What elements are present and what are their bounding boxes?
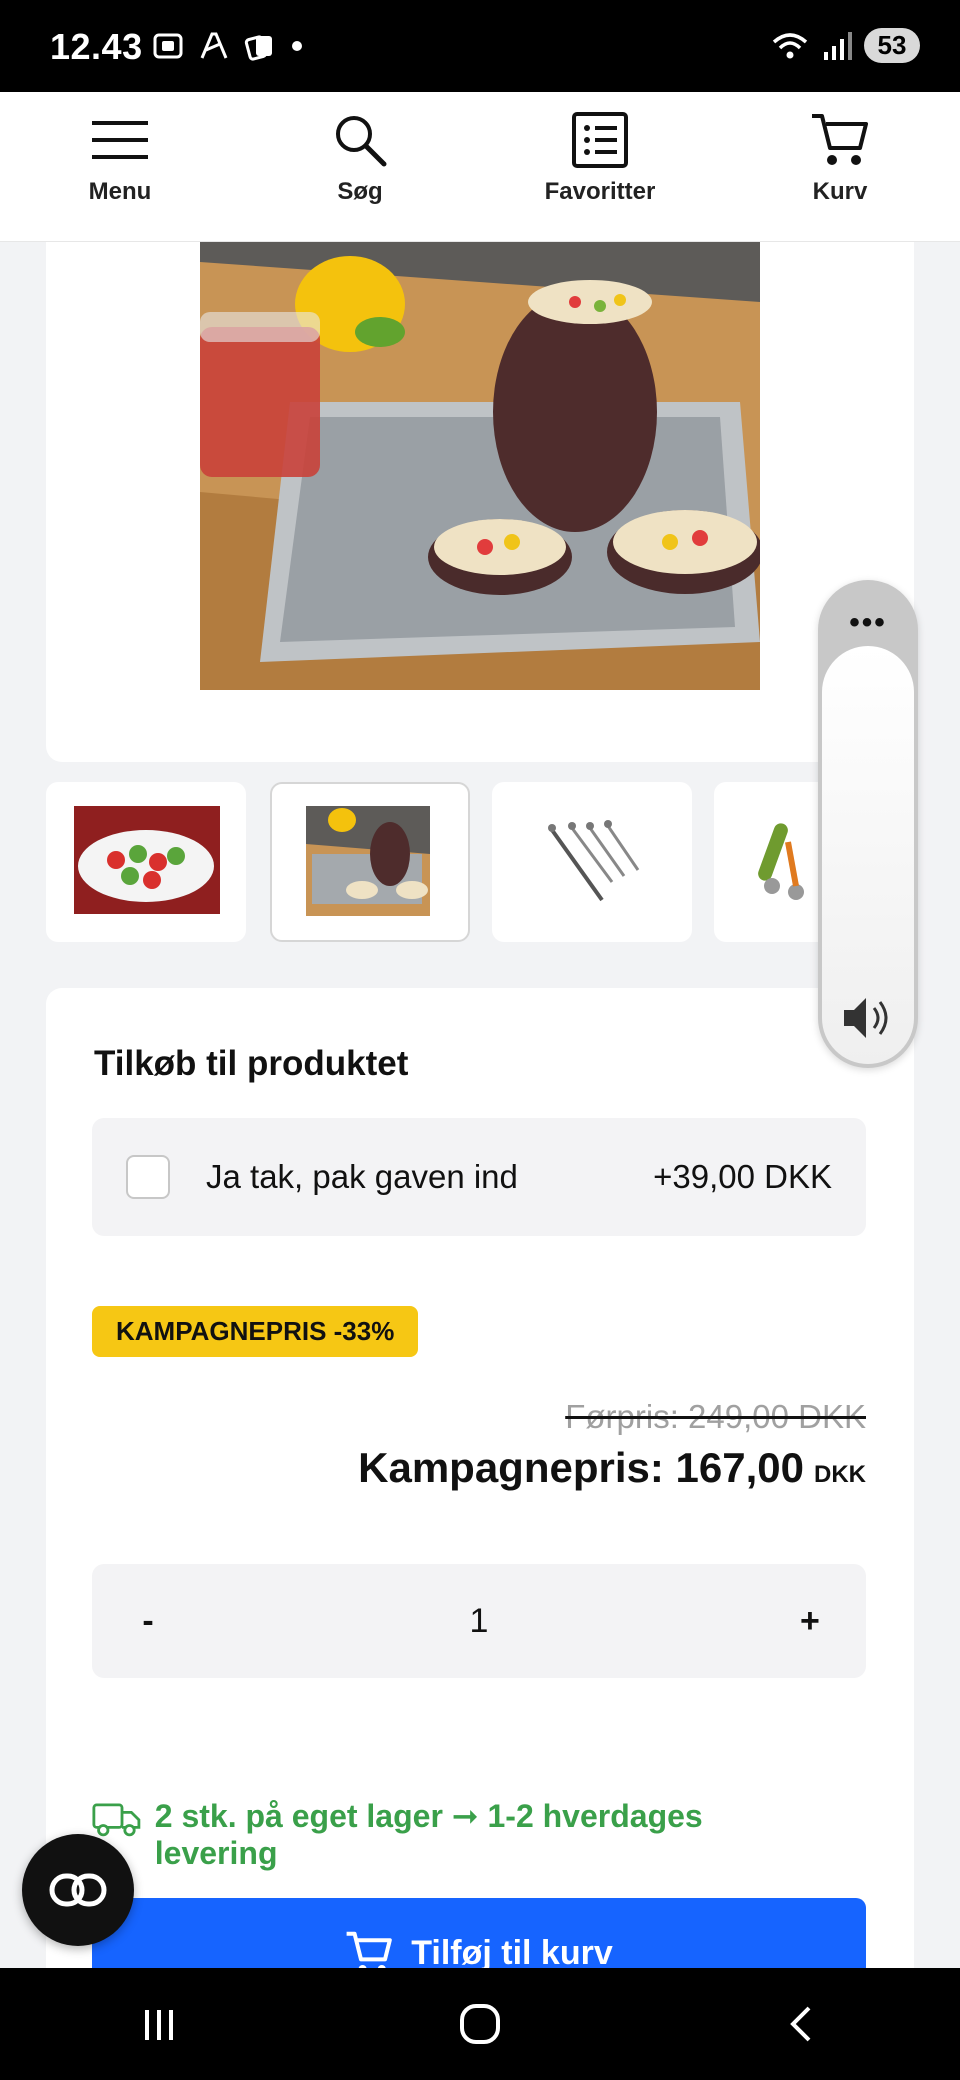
nav-cart-label: Kurv bbox=[812, 178, 868, 205]
gift-wrap-checkbox[interactable] bbox=[126, 1155, 170, 1199]
price-currency: DKK bbox=[814, 1461, 866, 1488]
nav-menu[interactable]: Menu bbox=[0, 92, 240, 241]
status-time: 12.43 bbox=[50, 26, 143, 67]
old-price: Førpris: 249,00 DKK bbox=[565, 1398, 866, 1435]
status-system-icons: 53 bbox=[770, 28, 920, 63]
quantity-stepper: - 1 + bbox=[92, 1564, 866, 1678]
new-price-value: Kampagnepris: 167,00 bbox=[358, 1444, 804, 1491]
gift-wrap-price: +39,00 DKK bbox=[653, 1158, 832, 1195]
menu-icon bbox=[90, 110, 150, 170]
stock-status: 2 stk. på eget lager ➞ 1-2 hverdages lev… bbox=[92, 1798, 792, 1872]
nav-favorites-label: Favoritter bbox=[544, 178, 656, 205]
addon-section-title: Tilkøb til produktet bbox=[94, 1044, 409, 1083]
back-icon[interactable] bbox=[781, 2002, 821, 2046]
battery-indicator: 53 bbox=[864, 28, 920, 63]
nav-search-label: Søg bbox=[337, 178, 383, 205]
dot-icon bbox=[292, 41, 302, 51]
speaker-icon[interactable] bbox=[840, 994, 896, 1042]
thumbnail-3[interactable] bbox=[492, 782, 692, 942]
nav-search[interactable]: Søg bbox=[240, 92, 480, 241]
thumbnail-2[interactable] bbox=[270, 782, 470, 942]
delivery-truck-icon bbox=[92, 1803, 141, 1837]
thumbnail-1[interactable] bbox=[46, 782, 246, 942]
home-icon[interactable] bbox=[458, 2002, 502, 2046]
product-main-image[interactable] bbox=[200, 242, 760, 690]
font-icon bbox=[200, 32, 228, 59]
recent-apps-icon[interactable] bbox=[139, 2004, 179, 2044]
gift-wrap-label: Ja tak, pak gaven ind bbox=[206, 1158, 518, 1195]
system-navigation-bar bbox=[0, 1968, 960, 2080]
quantity-value[interactable]: 1 bbox=[470, 1602, 489, 1641]
status-notification-icons bbox=[152, 30, 304, 62]
signal-icon bbox=[824, 31, 852, 60]
list-icon bbox=[570, 110, 630, 170]
nav-cart[interactable]: Kurv bbox=[720, 92, 960, 241]
quantity-decrease-button[interactable]: - bbox=[128, 1602, 168, 1641]
quantity-increase-button[interactable]: + bbox=[790, 1602, 830, 1641]
new-price: Kampagnepris: 167,00 DKK bbox=[358, 1444, 866, 1492]
stock-text: 2 stk. på eget lager ➞ 1-2 hverdages lev… bbox=[154, 1798, 703, 1871]
search-icon bbox=[330, 110, 390, 170]
cart-icon bbox=[810, 110, 870, 170]
edge-panel-widget[interactable]: ••• bbox=[818, 580, 918, 1068]
nav-menu-label: Menu bbox=[88, 178, 152, 205]
campaign-badge: KAMPAGNEPRIS -33% bbox=[92, 1306, 419, 1357]
cards-icon bbox=[244, 35, 272, 61]
add-to-cart-label: Tilføj til kurv bbox=[411, 1933, 613, 1972]
product-details-card: Tilkøb til produktet Ja tak, pak gaven i… bbox=[46, 988, 914, 2080]
gift-wrap-option[interactable]: Ja tak, pak gaven ind +39,00 DKK bbox=[92, 1118, 866, 1236]
chat-icon bbox=[49, 1873, 107, 1907]
screenshot-icon bbox=[153, 33, 183, 59]
nav-favorites[interactable]: Favoritter bbox=[480, 92, 720, 241]
wifi-icon bbox=[772, 32, 808, 58]
chat-button[interactable] bbox=[22, 1834, 134, 1946]
status-bar: 12.43 53 bbox=[0, 0, 960, 92]
top-navigation: Menu Søg Favoritter Kurv bbox=[0, 92, 960, 242]
more-options-icon[interactable]: ••• bbox=[818, 606, 918, 640]
product-image-card bbox=[46, 242, 914, 762]
